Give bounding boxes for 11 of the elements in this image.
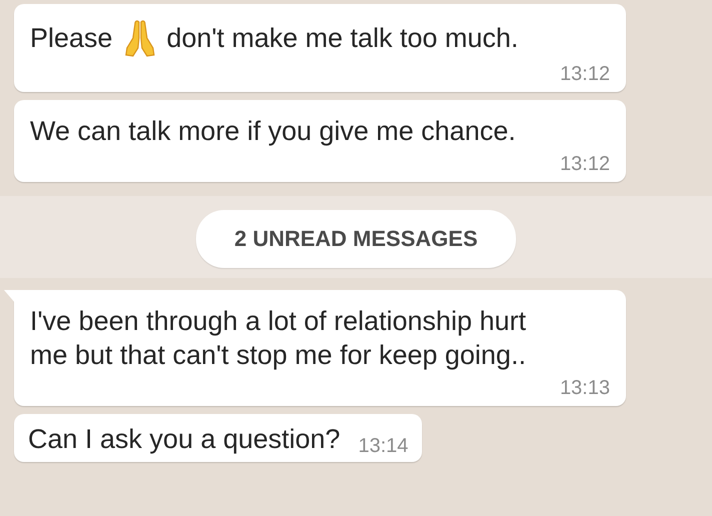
message-text: I've been through a lot of relationship hurt me but that can't stop me for keep going.. (30, 305, 527, 372)
unread-messages-badge: 2 UNREAD MESSAGES (196, 210, 516, 268)
message-text: don't make me talk too much. (166, 22, 518, 55)
message-text: We can talk more if you give me chance. (30, 115, 516, 148)
message-time: 13:12 (560, 62, 610, 86)
message-text: Can I ask you a question? (28, 423, 340, 456)
message-time: 13:14 (358, 434, 408, 458)
message-text: Please (30, 22, 113, 55)
folded-hands-icon (122, 18, 157, 58)
message-time: 13:13 (560, 376, 610, 400)
message-time: 13:12 (560, 152, 610, 176)
